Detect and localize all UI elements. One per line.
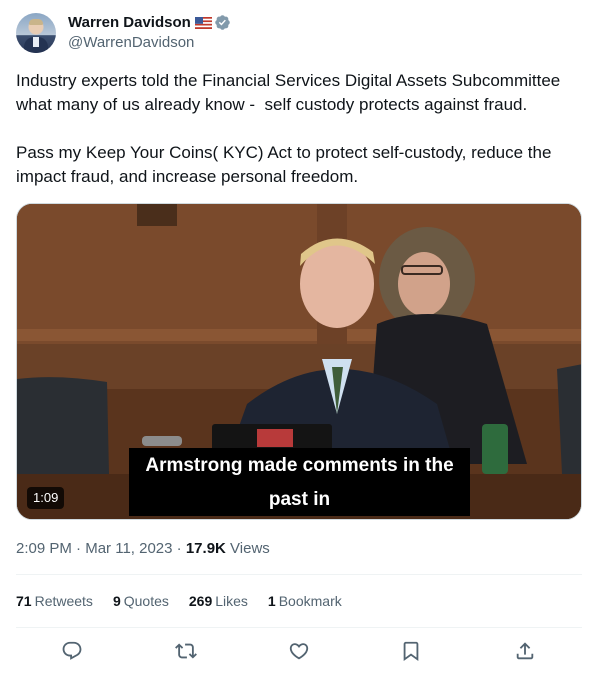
reply-button[interactable] <box>53 632 91 670</box>
bookmark-icon <box>403 641 419 662</box>
retweet-icon <box>175 643 197 659</box>
retweets-stat[interactable]: 71 Retweets <box>16 591 93 611</box>
likes-label: Likes <box>215 593 248 609</box>
meta-separator: · <box>176 540 182 557</box>
bookmark-button[interactable] <box>392 632 430 670</box>
views-count: 17.9K <box>185 540 226 557</box>
quotes-stat[interactable]: 9 Quotes <box>113 591 169 611</box>
like-icon <box>289 643 309 660</box>
share-button[interactable] <box>506 632 544 670</box>
likes-stat[interactable]: 269 Likes <box>189 591 248 611</box>
video-caption: Armstrong made comments in the past in <box>129 448 470 516</box>
reply-icon <box>62 641 82 660</box>
views-label: Views <box>230 540 270 557</box>
likes-count: 269 <box>188 593 213 609</box>
tweet-header: Warren Davidson @WarrenDavidson <box>16 12 231 54</box>
tweet-text: Industry experts told the Financial Serv… <box>16 71 561 186</box>
verified-badge-icon <box>215 15 230 30</box>
caption-line-1: Armstrong made comments in the <box>145 455 454 476</box>
action-bar <box>16 632 582 670</box>
caption-line-2: past in <box>268 489 331 510</box>
divider <box>16 627 582 628</box>
author-names: Warren Davidson @WarrenDavidson <box>68 13 231 53</box>
author-handle[interactable]: @WarrenDavidson <box>68 32 231 53</box>
like-button[interactable] <box>280 632 318 670</box>
us-flag-icon <box>194 16 212 29</box>
quotes-label: Quotes <box>123 593 169 609</box>
tweet-meta: 2:09 PM · Mar 11, 2023 · 17.9K Views <box>16 539 270 559</box>
author-avatar[interactable] <box>16 13 56 53</box>
divider <box>16 574 582 575</box>
retweets-label: Retweets <box>34 593 93 609</box>
tweet-date[interactable]: Mar 11, 2023 <box>85 540 172 557</box>
author-display-name[interactable]: Warren Davidson <box>68 14 191 31</box>
bookmarks-stat[interactable]: 1 Bookmark <box>268 591 342 611</box>
share-icon <box>516 642 534 660</box>
tweet-time[interactable]: 2:09 PM <box>16 540 72 557</box>
bookmarks-count: 1 <box>267 593 276 609</box>
tweet-video[interactable]: Armstrong made comments in the past in 1… <box>16 203 582 520</box>
meta-separator: · <box>76 540 82 557</box>
engagement-stats: 71 Retweets 9 Quotes 269 Likes 1 Bookmark <box>16 591 362 611</box>
quotes-count: 9 <box>112 593 121 609</box>
retweet-button[interactable] <box>167 632 205 670</box>
video-duration-badge: 1:09 <box>27 487 65 509</box>
bookmarks-label: Bookmark <box>278 593 342 609</box>
retweets-count: 71 <box>16 593 32 609</box>
